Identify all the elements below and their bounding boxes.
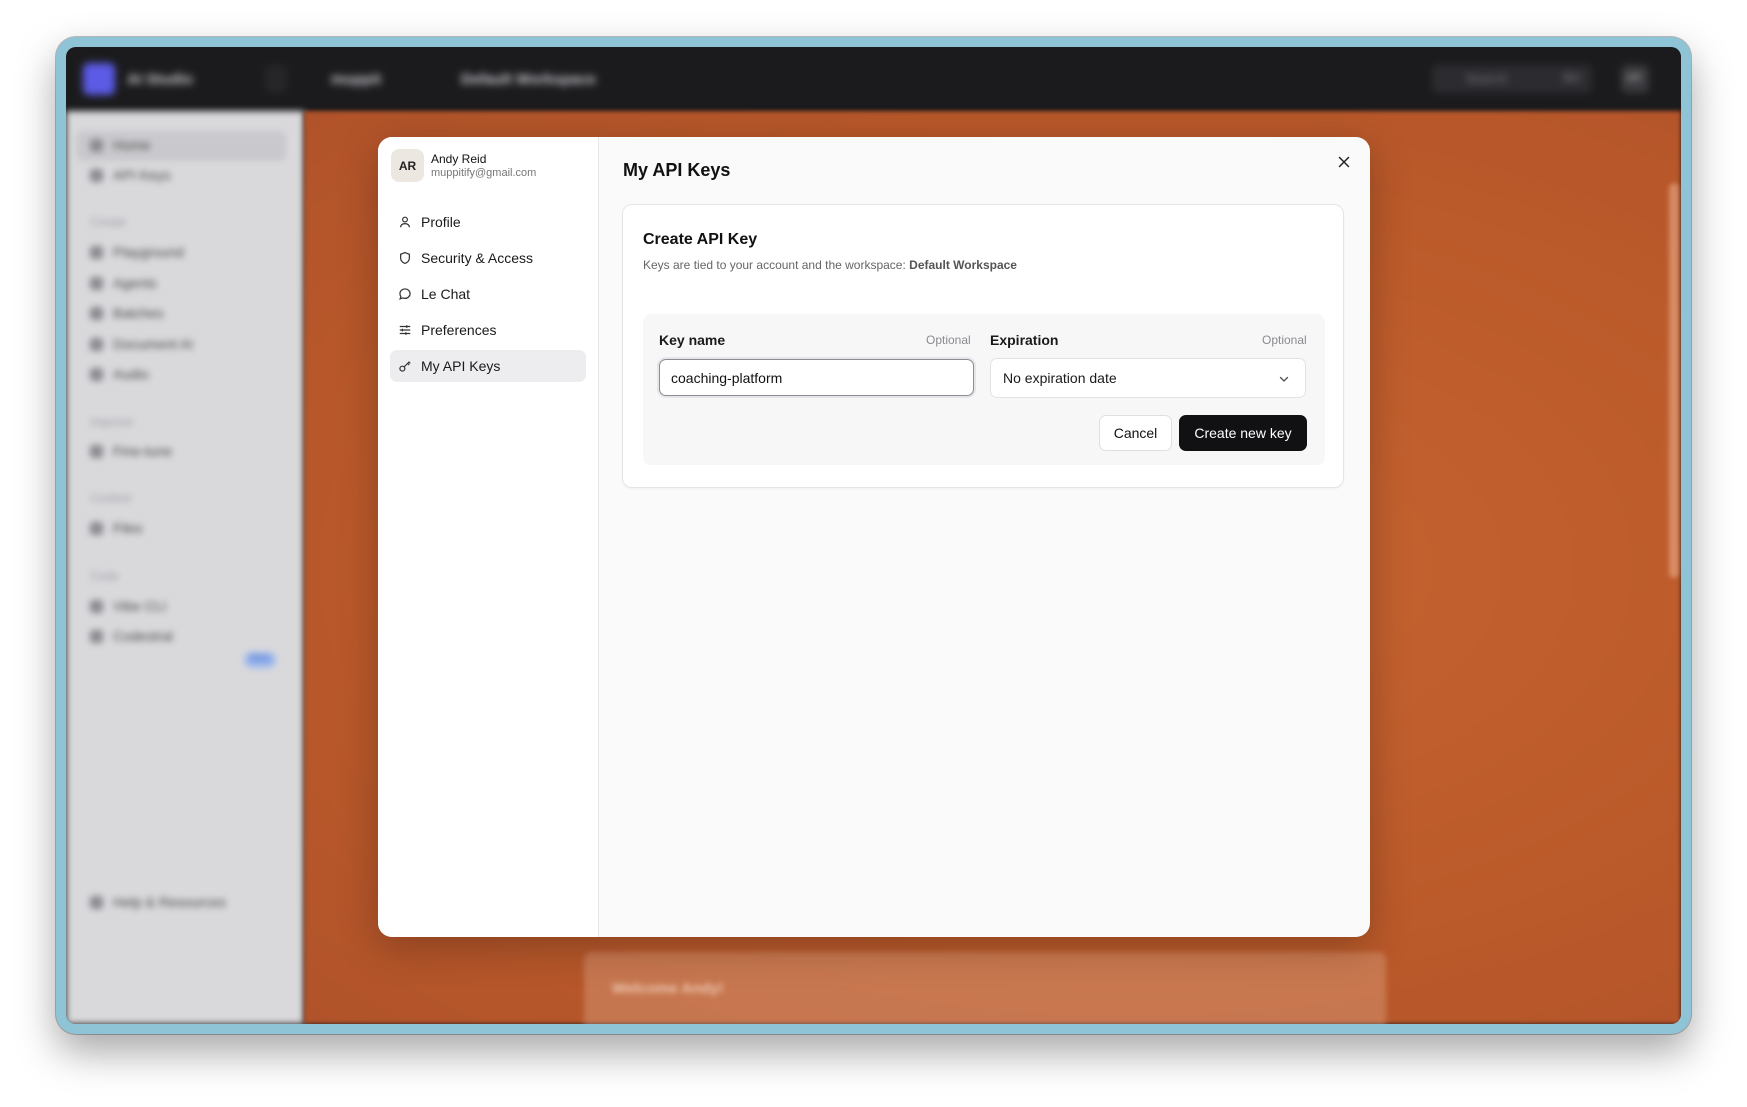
app-logo-icon bbox=[83, 63, 115, 95]
top-bar: AI Studio muppit Default Workspace Searc… bbox=[66, 47, 1681, 111]
user-email: muppitify@gmail.com bbox=[431, 167, 537, 179]
create-key-form: Key name Optional Expiration Optional No… bbox=[643, 314, 1325, 465]
expiration-optional: Optional bbox=[1262, 333, 1307, 347]
create-new-key-button[interactable]: Create new key bbox=[1179, 415, 1307, 451]
user-avatar[interactable]: AR bbox=[1621, 65, 1649, 93]
key-icon bbox=[399, 361, 411, 372]
sidebar-section-context: Context bbox=[90, 491, 132, 505]
sidebar-item-fine-tune[interactable]: Fine-tune bbox=[90, 443, 172, 459]
chat-bubble-icon bbox=[399, 288, 411, 300]
sidebar-item-batches[interactable]: Batches bbox=[90, 305, 164, 321]
page-title: My API Keys bbox=[623, 160, 731, 180]
search-shortcut: ⌘K bbox=[1561, 71, 1582, 85]
sidebar-item-playground[interactable]: Playground bbox=[90, 244, 184, 260]
org-switcher[interactable]: muppit bbox=[331, 71, 381, 88]
create-api-key-card: Create API Key Keys are tied to your acc… bbox=[622, 204, 1344, 488]
shield-icon bbox=[400, 251, 410, 265]
main-scrollbar[interactable] bbox=[1669, 183, 1679, 578]
search-placeholder: Search bbox=[1466, 71, 1508, 86]
settings-modal: AR Andy Reid muppitify@gmail.com Profile… bbox=[378, 137, 1370, 937]
nav-item-le-chat[interactable]: Le Chat bbox=[390, 278, 586, 310]
sidebar-section-code: Code bbox=[90, 569, 119, 583]
close-icon bbox=[1338, 156, 1350, 168]
chevron-down-icon bbox=[1279, 376, 1289, 382]
sidebar-item-help[interactable]: Help & Resources bbox=[90, 894, 226, 910]
nav-label: My API Keys bbox=[421, 358, 501, 374]
close-button[interactable] bbox=[1332, 150, 1356, 174]
settings-content: My API Keys Create API Key Keys are tied… bbox=[599, 137, 1370, 937]
app-name: AI Studio bbox=[127, 71, 193, 88]
sliders-icon bbox=[399, 325, 411, 335]
new-badge-label: New bbox=[250, 653, 271, 664]
sidebar-item-audio[interactable]: Audio bbox=[90, 366, 149, 382]
sidebar-toggle-icon[interactable] bbox=[265, 65, 287, 93]
search-input[interactable]: Search ⌘K bbox=[1432, 65, 1592, 93]
new-badge: New bbox=[244, 652, 276, 668]
expiration-label: Expiration bbox=[990, 332, 1059, 348]
card-title: Create API Key bbox=[643, 231, 758, 248]
nav-item-preferences[interactable]: Preferences bbox=[390, 314, 586, 346]
card-description-text: Keys are tied to your account and the wo… bbox=[643, 258, 906, 272]
workspace-name: Default Workspace bbox=[909, 258, 1017, 272]
nav-label: Profile bbox=[421, 214, 461, 230]
sidebar-item-vibe-cli[interactable]: Vibe CLI bbox=[90, 598, 166, 614]
expiration-value: No expiration date bbox=[1003, 370, 1117, 386]
cancel-button[interactable]: Cancel bbox=[1099, 415, 1172, 451]
welcome-banner: Welcome Andy! bbox=[584, 952, 1386, 1024]
nav-label: Le Chat bbox=[421, 286, 471, 302]
key-name-label: Key name bbox=[659, 332, 726, 348]
settings-nav: Profile Security & Access Le Chat Prefer… bbox=[390, 206, 586, 386]
key-name-input[interactable] bbox=[659, 359, 974, 396]
nav-item-security[interactable]: Security & Access bbox=[390, 242, 586, 274]
card-description: Keys are tied to your account and the wo… bbox=[643, 258, 1017, 272]
nav-item-profile[interactable]: Profile bbox=[390, 206, 586, 238]
sidebar-item-document-ai[interactable]: Document AI bbox=[90, 336, 193, 352]
sidebar-section-create: Create bbox=[90, 215, 127, 229]
sidebar-item-files[interactable]: Files bbox=[90, 520, 143, 536]
settings-sidebar: AR Andy Reid muppitify@gmail.com Profile… bbox=[378, 137, 599, 937]
sidebar-section-improve: Improve bbox=[90, 415, 134, 429]
sidebar: Home API Keys Create Playground Agents B… bbox=[66, 111, 304, 1024]
sidebar-item-agents[interactable]: Agents bbox=[90, 275, 157, 291]
user-card: AR Andy Reid muppitify@gmail.com bbox=[391, 149, 588, 185]
avatar: AR bbox=[391, 149, 424, 182]
user-avatar-initials: AR bbox=[1626, 72, 1642, 84]
nav-label: Security & Access bbox=[421, 250, 534, 266]
nav-label: Preferences bbox=[421, 322, 497, 338]
workspace-switcher[interactable]: Default Workspace bbox=[461, 71, 596, 88]
expiration-select[interactable]: No expiration date bbox=[990, 358, 1306, 398]
key-name-optional: Optional bbox=[926, 333, 971, 347]
user-name: Andy Reid bbox=[431, 152, 487, 166]
nav-item-api-keys[interactable]: My API Keys bbox=[390, 350, 586, 382]
user-icon bbox=[399, 216, 411, 228]
sidebar-item-codestral[interactable]: Codestral bbox=[90, 628, 173, 644]
welcome-text: Welcome Andy! bbox=[612, 980, 724, 997]
sidebar-item-home[interactable]: Home bbox=[90, 137, 150, 153]
sidebar-item-api-keys[interactable]: API Keys bbox=[90, 167, 171, 183]
